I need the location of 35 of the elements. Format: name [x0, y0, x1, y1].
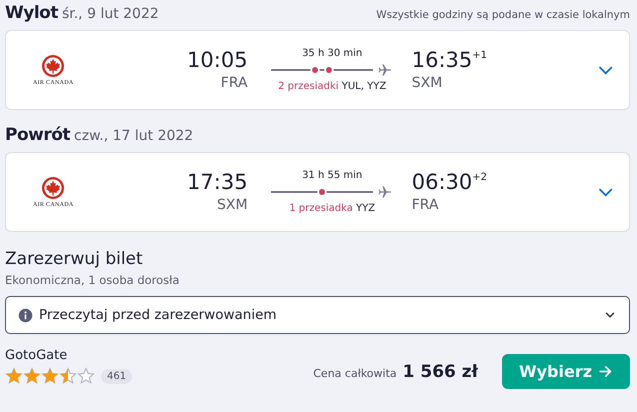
info-icon — [18, 308, 33, 322]
leg-title: Powrót — [5, 125, 70, 145]
price-label: Cena całkowita — [313, 367, 397, 380]
departure-airport: FRA — [220, 74, 248, 93]
star-icon — [77, 367, 95, 385]
arrival-airport: FRA — [412, 196, 439, 215]
star-icon — [5, 367, 23, 385]
review-count-bubble: 461 — [101, 368, 132, 384]
leg-title: Wylot — [5, 3, 58, 23]
arrival-time: 06:30$^{+2}$ — [412, 169, 488, 195]
plane-icon — [377, 62, 394, 78]
total-price: 1 566 zł — [402, 362, 478, 382]
provider-name: GotoGate — [5, 348, 68, 363]
arrival-time: 16:35$^{+1}$ — [412, 47, 488, 73]
notice-dropdown[interactable]: Przeczytaj przed zarezerwowaniem — [5, 296, 630, 334]
leg-date: czw., 17 lut 2022 — [74, 128, 194, 144]
plane-icon — [377, 184, 394, 200]
timezone-note: Wszystkie godziny są podane w czasie lokalnym — [376, 9, 630, 21]
maple-leaf-logo-icon — [41, 176, 65, 200]
arrow-right-icon — [598, 364, 614, 379]
star-icon — [59, 367, 77, 385]
stops-info: 1 przesiadka YYZ — [289, 203, 376, 214]
departure-airport: SXM — [217, 196, 248, 215]
star-icon — [23, 367, 41, 385]
stops-info: 2 przesiadki YUL, YYZ — [278, 81, 386, 92]
star-icon — [41, 367, 59, 385]
fare-summary: Ekonomiczna, 1 osoba dorosła — [5, 272, 180, 289]
departure-time: 10:05 — [187, 47, 248, 73]
arrival-airport: SXM — [412, 74, 442, 93]
flight-duration: 35 h 30 min — [302, 48, 362, 59]
booking-title: Zarezerwuj bilet — [5, 248, 144, 271]
departure-time: 17:35 — [187, 169, 248, 195]
flight-duration: 31 h 55 min — [302, 170, 362, 181]
maple-leaf-logo-icon — [41, 54, 65, 78]
leg-date: śr., 9 lut 2022 — [62, 6, 159, 22]
